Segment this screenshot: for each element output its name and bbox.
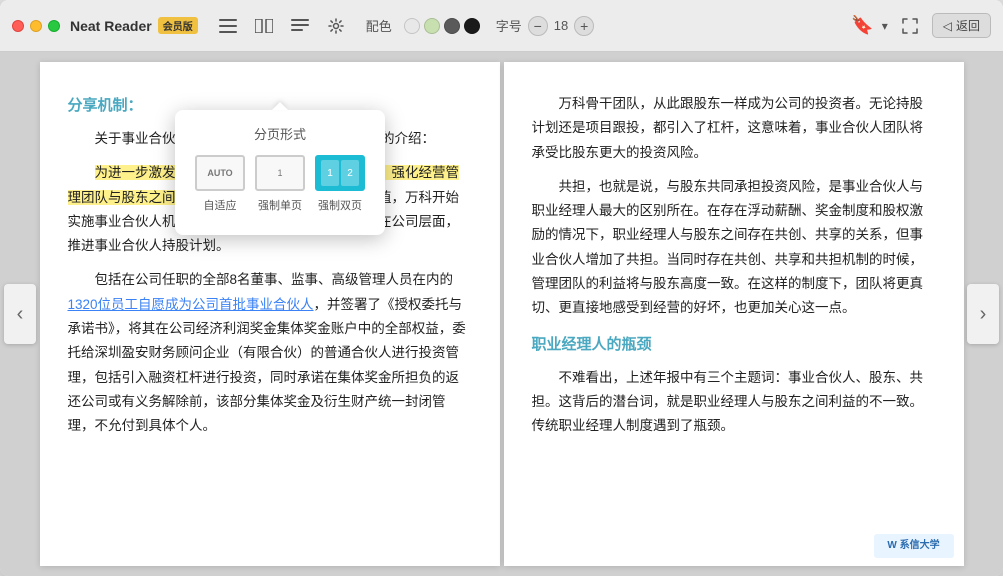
back-button[interactable]: ◁ 返回 [932, 13, 991, 38]
color-scheme-label: 配色 [366, 16, 392, 35]
auto-label: 自适应 [204, 197, 237, 213]
font-size-label: 字号 [496, 16, 522, 35]
watermark: W 系信大学 [874, 534, 954, 558]
popup-option-single[interactable]: 1 强制单页 [255, 155, 305, 213]
vip-badge: 会员版 [158, 17, 198, 34]
color-dot-dark[interactable] [444, 18, 460, 34]
popup-option-double[interactable]: 1 2 强制双页 [315, 155, 365, 213]
prev-page-button[interactable]: ‹ [4, 284, 36, 344]
popup-arrow [272, 102, 288, 110]
right-para-1: 万科骨干团队，从此跟股东一样成为公司的投资者。无论持股计划还是项目跟投，都引入了… [532, 92, 936, 165]
double-preview: 1 2 [315, 155, 365, 191]
back-label: 返回 [956, 17, 980, 34]
highlight-blue-1: 1320位员工自愿成为公司首批事业合伙人 [68, 297, 314, 312]
toolbar-icons: 配色 字号 − 18 + [214, 12, 595, 40]
single-preview: 1 [255, 155, 305, 191]
right-para-3: 不难看出，上述年报中有三个主题词：事业合伙人、股东、共担。这背后的潜台词，就是职… [532, 366, 936, 439]
color-section [404, 18, 480, 34]
color-dot-green[interactable] [424, 18, 440, 34]
double-label: 强制双页 [318, 197, 362, 213]
menu-button[interactable] [214, 12, 242, 40]
bookmark-chevron[interactable]: ▾ [882, 19, 888, 33]
traffic-lights [12, 20, 60, 32]
settings-button[interactable] [322, 12, 350, 40]
single-label: 强制单页 [258, 197, 302, 213]
font-size-value: 18 [554, 18, 568, 33]
color-dot-black[interactable] [464, 18, 480, 34]
minimize-button[interactable] [30, 20, 42, 32]
font-size-section: 字号 − 18 + [496, 16, 594, 36]
right-para-2: 共担，也就是说，与股东共同承担投资风险，是事业合伙人与职业经理人最大的区别所在。… [532, 175, 936, 321]
popup-title: 分页形式 [191, 124, 369, 143]
fullscreen-button[interactable] [896, 12, 924, 40]
left-para-3: 包括在公司任职的全部8名董事、监事、高级管理人员在内的1320位员工自愿成为公司… [68, 268, 472, 438]
app-title: Neat Reader [70, 18, 152, 34]
popup-option-auto[interactable]: AUTO 自适应 [195, 155, 245, 213]
font-increase-button[interactable]: + [574, 16, 594, 36]
popup-options: AUTO 自适应 1 强制单页 1 2 强制双页 [191, 155, 369, 213]
right-toolbar: 🔖 ▾ ◁ 返回 [851, 12, 991, 40]
bookmark-icon[interactable]: 🔖 [851, 15, 873, 36]
title-bar: Neat Reader 会员版 配色 [0, 0, 1003, 52]
maximize-button[interactable] [48, 20, 60, 32]
color-dot-light[interactable] [404, 18, 420, 34]
close-button[interactable] [12, 20, 24, 32]
next-page-button[interactable]: › [967, 284, 999, 344]
page-format-popup: 分页形式 AUTO 自适应 1 强制单页 1 2 [175, 110, 385, 235]
content-view-button[interactable] [286, 12, 314, 40]
section-title-right: 职业经理人的瓶颈 [532, 331, 936, 358]
page-layout-button[interactable] [250, 12, 278, 40]
auto-preview: AUTO [195, 155, 245, 191]
app-window: Neat Reader 会员版 配色 [0, 0, 1003, 576]
font-decrease-button[interactable]: − [528, 16, 548, 36]
right-page: 万科骨干团队，从此跟股东一样成为公司的投资者。无论持股计划还是项目跟投，都引入了… [504, 62, 964, 566]
back-icon: ◁ [943, 19, 952, 33]
content-area: ‹ 分享机制： 关于事业合伙人机制，万科在2014年报中有简要的介绍： 为进一步… [0, 52, 1003, 576]
